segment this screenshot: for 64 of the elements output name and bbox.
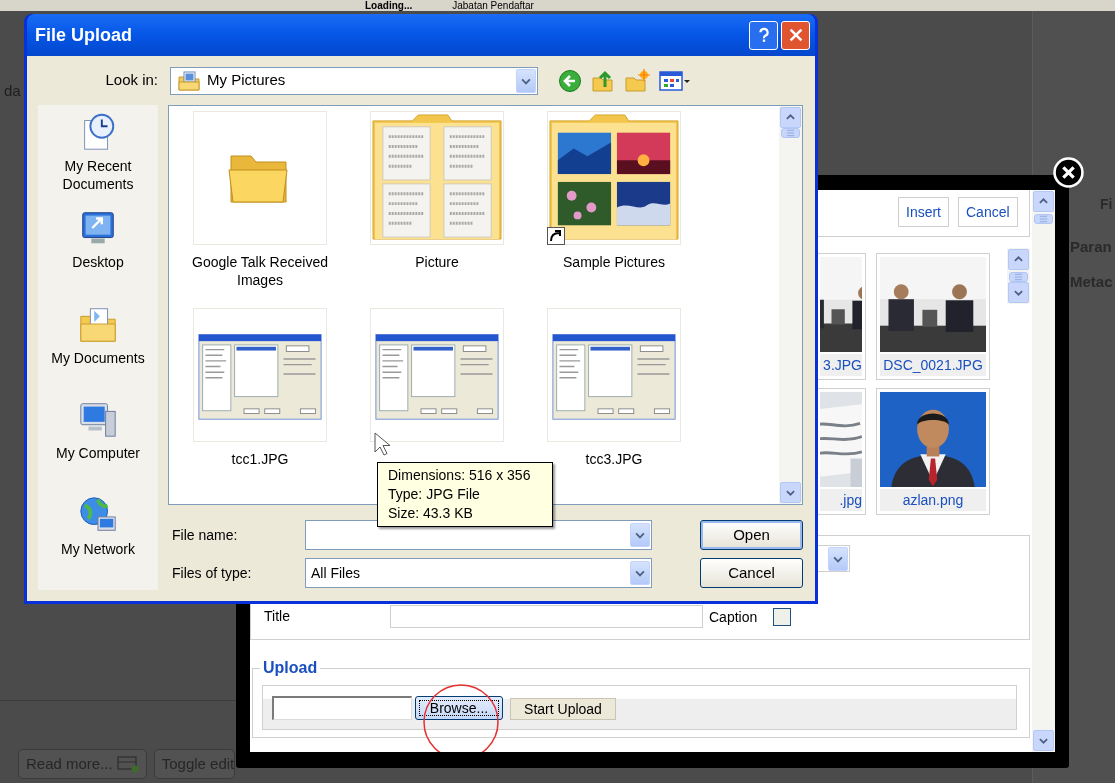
help-button[interactable]	[749, 20, 778, 50]
dropdown-button[interactable]	[630, 523, 650, 547]
look-in-dropdown[interactable]: My Pictures	[170, 66, 538, 95]
scroll-down-button[interactable]	[1033, 730, 1054, 751]
places-item[interactable]: My Computer	[38, 398, 158, 495]
title-field[interactable]	[390, 605, 703, 628]
field-label: Look in:	[105, 70, 158, 91]
dropdown-button[interactable]	[630, 561, 650, 585]
dialog-button[interactable]: Insert	[898, 197, 949, 227]
dialog-button[interactable]: Cancel	[958, 197, 1018, 227]
scroll-up-button[interactable]	[1008, 249, 1029, 270]
caption-checkbox[interactable]	[773, 608, 791, 626]
places-item[interactable]: My Documents	[38, 302, 158, 399]
scroll-up-button[interactable]	[780, 107, 801, 128]
page-break-icon	[116, 755, 139, 773]
tab-label[interactable]: Loading...	[365, 0, 413, 11]
dialog-button[interactable]: Open	[700, 520, 803, 550]
scroll-down-button[interactable]	[1008, 282, 1029, 303]
dropdown-button[interactable]	[516, 68, 536, 93]
file-name[interactable]: tcc3.JPG	[534, 450, 694, 468]
places-item[interactable]: Desktop	[38, 206, 158, 303]
start-upload-button[interactable]: Start Upload	[510, 698, 616, 720]
browse-button[interactable]: Browse...	[415, 696, 503, 720]
views-icon[interactable]	[659, 69, 691, 92]
file-type-dropdown[interactable]: All Files	[305, 558, 652, 588]
file-name[interactable]: Picture	[357, 253, 517, 271]
scrollbar-thumb[interactable]	[1034, 214, 1053, 224]
image-tile[interactable]: 3.JPG	[816, 253, 866, 380]
image-name[interactable]: 3.JPG	[820, 354, 862, 376]
window-title: File Upload	[35, 23, 132, 47]
file-name[interactable]: Sample Pictures	[534, 253, 694, 271]
image-tile[interactable]: .jpg	[816, 388, 866, 515]
scrollbar-thumb[interactable]	[1009, 272, 1028, 282]
file-path-field[interactable]	[272, 696, 412, 720]
image-tile[interactable]: azlan.png	[876, 388, 990, 515]
pictures-folder-icon	[177, 69, 201, 92]
field-label: Title	[264, 607, 290, 626]
file-name[interactable]: Google Talk Received Images	[180, 253, 340, 289]
tab-label[interactable]: Jabatan Pendaftar	[452, 0, 534, 11]
grip-icon	[1039, 215, 1048, 223]
tooltip-text: Size: 43.3 KB	[388, 504, 474, 523]
scroll-down-button[interactable]	[780, 482, 801, 503]
field-label: File name:	[172, 527, 238, 543]
grip-icon	[1014, 273, 1023, 281]
dropdown-button[interactable]	[828, 546, 848, 571]
dialog-button[interactable]: Cancel	[700, 558, 803, 588]
image-name[interactable]: azlan.png	[880, 489, 986, 511]
scroll-up-button[interactable]	[1033, 191, 1054, 212]
tooltip-text: Type: JPG File	[388, 485, 481, 504]
scrollbar-thumb[interactable]	[781, 128, 800, 138]
image-tile[interactable]: DSC_0021.JPG	[876, 253, 990, 380]
file-thumbnail[interactable]	[193, 111, 327, 245]
image-name[interactable]: .jpg	[820, 489, 862, 511]
up-folder-icon[interactable]	[591, 68, 615, 93]
image-name[interactable]: DSC_0021.JPG	[880, 354, 986, 376]
grip-icon	[786, 129, 795, 137]
places-item[interactable]: My Recent Documents	[38, 111, 158, 207]
file-name[interactable]: tcc1.JPG	[180, 450, 340, 468]
field-label: Files of type:	[172, 565, 252, 581]
field-label: Caption	[709, 608, 758, 627]
back-icon[interactable]	[558, 68, 582, 93]
tooltip-text: Dimensions: 516 x 356	[388, 466, 532, 485]
places-item[interactable]: My Network	[38, 494, 158, 590]
cursor-icon	[374, 432, 390, 456]
